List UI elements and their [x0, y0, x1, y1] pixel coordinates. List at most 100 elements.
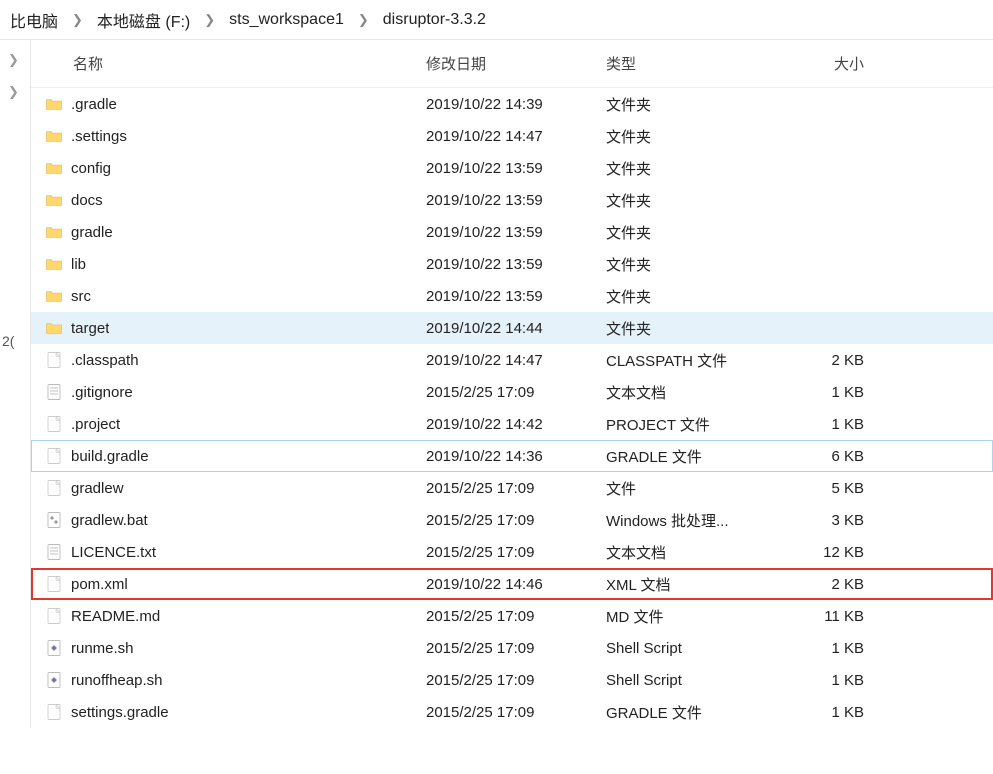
- file-type: 文本文档: [606, 542, 786, 563]
- file-name: .classpath: [71, 352, 139, 369]
- chevron-right-icon[interactable]: ❯: [0, 76, 30, 108]
- file-row[interactable]: gradlew.bat 2015/2/25 17:09Windows 批处理...…: [31, 504, 993, 536]
- file-date: 2019/10/22 13:59: [426, 160, 606, 177]
- file-type: Windows 批处理...: [606, 510, 786, 531]
- file-size: 12 KB: [786, 544, 876, 561]
- file-type: CLASSPATH 文件: [606, 350, 786, 371]
- file-type: 文件夹: [606, 94, 786, 115]
- file-date: 2019/10/22 13:59: [426, 224, 606, 241]
- blank-icon: [45, 479, 63, 497]
- file-date: 2015/2/25 17:09: [426, 640, 606, 657]
- file-row[interactable]: build.gradle 2019/10/22 14:36GRADLE 文件6 K…: [31, 440, 993, 472]
- file-row[interactable]: .gradle 2019/10/22 14:39文件夹: [31, 88, 993, 120]
- file-name: .gradle: [71, 96, 117, 113]
- file-name: build.gradle: [71, 448, 149, 465]
- file-date: 2015/2/25 17:09: [426, 608, 606, 625]
- file-size: 1 KB: [786, 672, 876, 689]
- file-row[interactable]: .classpath2019/10/22 14:47CLASSPATH 文件2 …: [31, 344, 993, 376]
- chevron-right-icon: ❯: [196, 12, 223, 28]
- breadcrumb: 比电脑 ❯ 本地磁盘 (F:) ❯ sts_workspace1 ❯ disru…: [0, 0, 993, 40]
- sh-icon: [45, 671, 63, 689]
- file-size: 2 KB: [786, 576, 876, 593]
- file-date: 2019/10/22 14:42: [426, 416, 606, 433]
- file-row[interactable]: runoffheap.sh2015/2/25 17:09Shell Script…: [31, 664, 993, 696]
- breadcrumb-part[interactable]: sts_workspace1: [223, 7, 350, 33]
- blank-icon: [45, 351, 63, 369]
- breadcrumb-part[interactable]: disruptor-3.3.2: [377, 7, 492, 33]
- file-type: Shell Script: [606, 672, 786, 689]
- blank-icon: [45, 447, 63, 465]
- file-size: 3 KB: [786, 512, 876, 529]
- file-date: 2015/2/25 17:09: [426, 480, 606, 497]
- tree-gutter: ❯ ❯ 2(: [0, 40, 30, 728]
- file-name: settings.gradle: [71, 704, 169, 721]
- file-name: runme.sh: [71, 640, 134, 657]
- text-icon: [45, 543, 63, 561]
- chevron-right-icon: ❯: [64, 12, 91, 28]
- file-row[interactable]: .project2019/10/22 14:42PROJECT 文件1 KB: [31, 408, 993, 440]
- column-header-type[interactable]: 类型: [606, 53, 786, 74]
- file-date: 2019/10/22 13:59: [426, 192, 606, 209]
- file-name: src: [71, 288, 91, 305]
- text-icon: [45, 383, 63, 401]
- file-row[interactable]: settings.gradle2015/2/25 17:09GRADLE 文件1…: [31, 696, 993, 728]
- file-row[interactable]: target2019/10/22 14:44文件夹: [31, 312, 993, 344]
- folder-icon: [45, 191, 63, 209]
- file-row[interactable]: .settings2019/10/22 14:47文件夹: [31, 120, 993, 152]
- file-size: 6 KB: [786, 448, 876, 465]
- file-type: 文件夹: [606, 286, 786, 307]
- file-name: docs: [71, 192, 103, 209]
- folder-icon: [45, 319, 63, 337]
- bat-icon: [45, 511, 63, 529]
- file-row[interactable]: docs2019/10/22 13:59文件夹: [31, 184, 993, 216]
- file-date: 2015/2/25 17:09: [426, 512, 606, 529]
- file-name: .settings: [71, 128, 127, 145]
- folder-icon: [45, 159, 63, 177]
- folder-icon: [45, 255, 63, 273]
- file-name: .project: [71, 416, 120, 433]
- chevron-right-icon: ❯: [350, 12, 377, 28]
- file-size: 11 KB: [786, 608, 876, 625]
- file-type: 文件夹: [606, 126, 786, 147]
- file-list: 名称 修改日期 类型 大小 .gradle2019/10/22 14:39文件夹…: [30, 40, 993, 728]
- file-row[interactable]: src 2019/10/22 13:59文件夹: [31, 280, 993, 312]
- file-type: GRADLE 文件: [606, 446, 786, 467]
- blank-icon: [45, 415, 63, 433]
- file-date: 2019/10/22 14:36: [426, 448, 606, 465]
- file-name: pom.xml: [71, 576, 128, 593]
- file-type: XML 文档: [606, 574, 786, 595]
- file-row[interactable]: config2019/10/22 13:59文件夹: [31, 152, 993, 184]
- file-type: Shell Script: [606, 640, 786, 657]
- file-date: 2019/10/22 13:59: [426, 288, 606, 305]
- file-row[interactable]: .gitignore2015/2/25 17:09文本文档1 KB: [31, 376, 993, 408]
- blank-icon: [45, 607, 63, 625]
- file-date: 2019/10/22 14:39: [426, 96, 606, 113]
- file-row[interactable]: pom.xml2019/10/22 14:46XML 文档2 KB: [31, 568, 993, 600]
- file-type: 文件: [606, 478, 786, 499]
- file-row[interactable]: README.md 2015/2/25 17:09MD 文件11 KB: [31, 600, 993, 632]
- file-row[interactable]: lib2019/10/22 13:59文件夹: [31, 248, 993, 280]
- file-type: 文件夹: [606, 222, 786, 243]
- column-header-name[interactable]: 名称: [31, 53, 426, 74]
- breadcrumb-part[interactable]: 比电脑: [4, 4, 64, 36]
- file-row[interactable]: runme.sh2015/2/25 17:09Shell Script1 KB: [31, 632, 993, 664]
- file-date: 2015/2/25 17:09: [426, 704, 606, 721]
- file-date: 2019/10/22 13:59: [426, 256, 606, 273]
- file-type: 文件夹: [606, 318, 786, 339]
- column-header-date[interactable]: 修改日期: [426, 53, 606, 74]
- folder-icon: [45, 127, 63, 145]
- folder-icon: [45, 223, 63, 241]
- file-row[interactable]: gradlew2015/2/25 17:09文件5 KB: [31, 472, 993, 504]
- file-row[interactable]: gradle2019/10/22 13:59文件夹: [31, 216, 993, 248]
- file-row[interactable]: LICENCE.txt2015/2/25 17:09文本文档12 KB: [31, 536, 993, 568]
- file-type: 文件夹: [606, 158, 786, 179]
- file-type: MD 文件: [606, 606, 786, 627]
- file-date: 2015/2/25 17:09: [426, 384, 606, 401]
- breadcrumb-part[interactable]: 本地磁盘 (F:): [91, 4, 196, 36]
- file-date: 2015/2/25 17:09: [426, 672, 606, 689]
- chevron-right-icon[interactable]: ❯: [0, 44, 30, 76]
- file-name: gradlew.bat: [71, 512, 148, 529]
- file-name: README.md: [71, 608, 160, 625]
- column-header-size[interactable]: 大小: [786, 53, 876, 74]
- blank-icon: [45, 575, 63, 593]
